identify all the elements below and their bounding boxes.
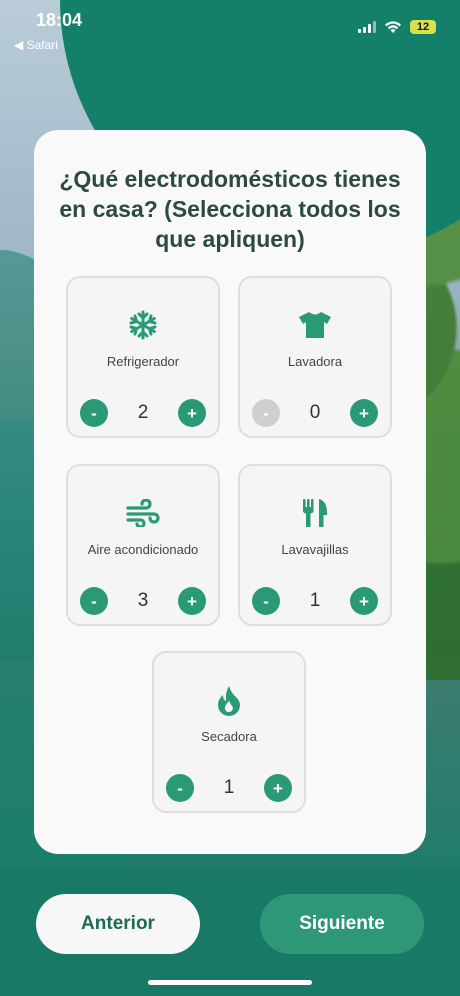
question-title: ¿Qué electrodomésticos tienes en casa? (… — [59, 166, 401, 252]
decrement-button[interactable]: - — [80, 399, 108, 427]
appliance-label: Lavavajillas — [281, 542, 349, 557]
quantity-stepper: - 1 + — [252, 586, 378, 616]
home-indicator[interactable] — [148, 980, 312, 985]
increment-button[interactable]: + — [177, 587, 206, 615]
status-bar: 18:04 ◀ Safari 12 — [0, 0, 460, 56]
quantity-value: 1 — [223, 777, 235, 798]
tshirt-icon — [299, 312, 331, 338]
cellular-signal-icon — [358, 21, 376, 33]
next-button[interactable]: Siguiente — [260, 894, 424, 954]
battery-icon: 12 — [410, 20, 436, 34]
decrement-button[interactable]: - — [252, 587, 280, 615]
appliance-label: Secadora — [201, 729, 257, 744]
appliance-card-lavadora[interactable]: Lavadora - 0 + — [238, 276, 392, 438]
wind-icon — [126, 499, 160, 527]
quantity-value: 2 — [137, 402, 149, 423]
wifi-icon — [385, 21, 401, 33]
question-card: ¿Qué electrodomésticos tienes en casa? (… — [34, 130, 426, 854]
appliance-label: Refrigerador — [106, 354, 180, 369]
status-time: 18:04 — [36, 10, 83, 30]
decrement-button[interactable]: - — [80, 587, 108, 615]
decrement-button[interactable]: - — [252, 399, 280, 427]
quantity-stepper: - 0 + — [252, 398, 378, 428]
appliance-label: Lavadora — [287, 354, 343, 369]
appliance-card-refrigerador[interactable]: Refrigerador - 2 + — [66, 276, 220, 438]
snowflake-icon — [129, 310, 157, 340]
appliance-label: Aire acondicionado — [87, 542, 199, 557]
quantity-value: 3 — [137, 590, 149, 611]
increment-button[interactable]: + — [349, 399, 378, 427]
quantity-stepper: - 1 + — [166, 773, 292, 803]
previous-button[interactable]: Anterior — [36, 894, 200, 954]
appliance-card-secadora[interactable]: Secadora - 1 + — [152, 651, 306, 813]
back-to-safari-link[interactable]: ◀ Safari — [14, 38, 58, 52]
quantity-value: 1 — [309, 590, 321, 611]
flame-icon — [218, 686, 240, 716]
status-icons: 12 — [358, 20, 436, 34]
appliance-card-lavavajillas[interactable]: Lavavajillas - 1 + — [238, 464, 392, 626]
decrement-button[interactable]: - — [166, 774, 194, 802]
quantity-value: 0 — [309, 402, 321, 423]
increment-button[interactable]: + — [177, 399, 206, 427]
increment-button[interactable]: + — [349, 587, 378, 615]
utensils-icon — [303, 499, 327, 527]
quantity-stepper: - 2 + — [80, 398, 206, 428]
appliance-card-aire-acondicionado[interactable]: Aire acondicionado - 3 + — [66, 464, 220, 626]
increment-button[interactable]: + — [263, 774, 292, 802]
quantity-stepper: - 3 + — [80, 586, 206, 616]
